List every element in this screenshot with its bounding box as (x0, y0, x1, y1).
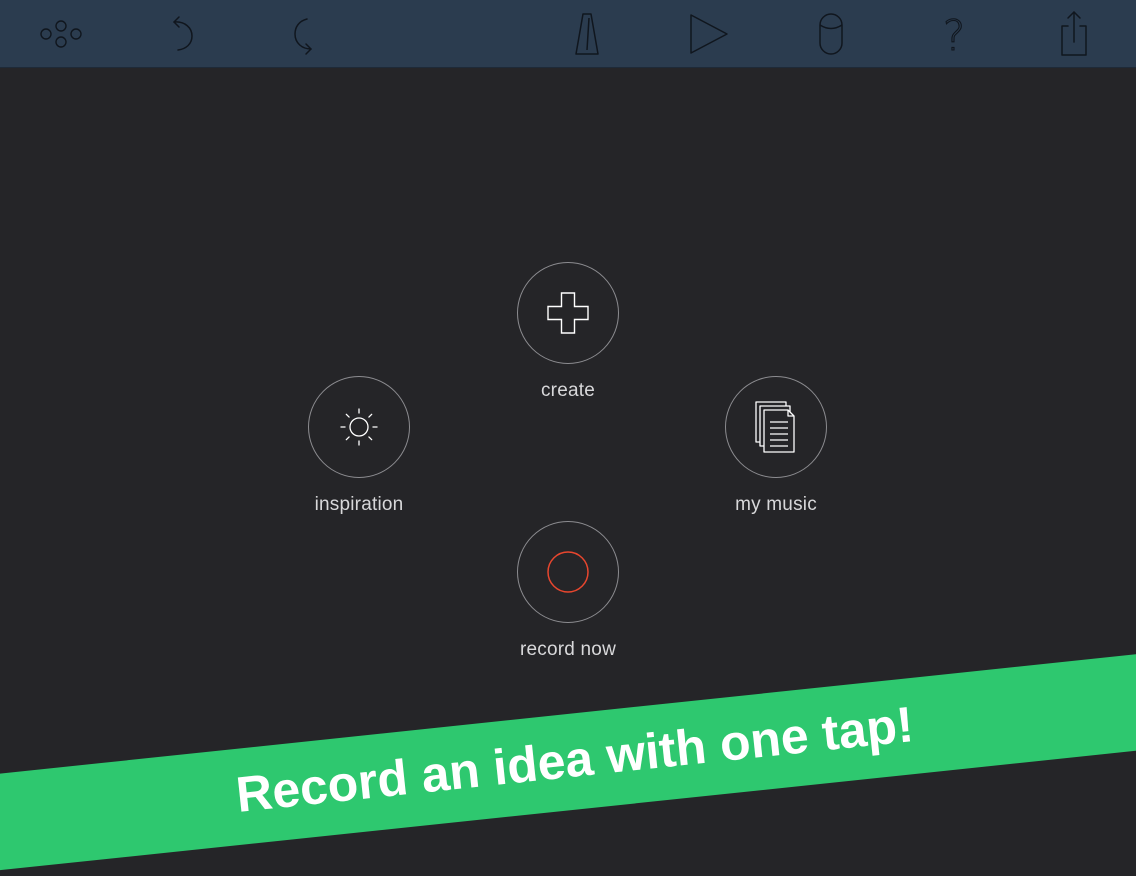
top-toolbar: ? (0, 0, 1136, 68)
undo-button[interactable] (153, 6, 209, 62)
inspiration-label: inspiration (314, 494, 404, 515)
metronome-button[interactable] (559, 6, 615, 62)
play-button[interactable] (679, 6, 735, 62)
tracks-button[interactable] (33, 6, 89, 62)
help-icon: ? (942, 10, 965, 58)
record-now-action[interactable]: record now (478, 521, 658, 661)
create-button[interactable] (517, 262, 619, 364)
my-music-button[interactable] (725, 376, 827, 478)
metronome-icon (575, 13, 599, 55)
share-button[interactable] (1046, 6, 1102, 62)
help-glyph: ? (943, 11, 965, 58)
redo-button[interactable] (277, 6, 333, 62)
undo-icon (173, 16, 193, 51)
inspiration-button[interactable] (308, 376, 410, 478)
tracks-icon (40, 20, 82, 48)
create-label: create (540, 380, 595, 401)
record-now-label: record now (520, 639, 616, 660)
record-icon (547, 551, 589, 593)
storage-button[interactable] (803, 6, 859, 62)
play-icon (690, 14, 728, 54)
redo-icon (294, 18, 312, 55)
create-action[interactable]: create (478, 262, 658, 402)
help-button[interactable]: ? (926, 6, 982, 62)
plus-icon (547, 292, 589, 334)
storage-icon (819, 13, 843, 55)
record-now-button[interactable] (517, 521, 619, 623)
documents-icon (755, 401, 795, 453)
inspiration-action[interactable]: inspiration (269, 376, 449, 516)
my-music-action[interactable]: my music (686, 376, 866, 516)
my-music-label: my music (735, 494, 817, 515)
sun-icon (340, 408, 378, 446)
share-icon (1061, 11, 1087, 56)
